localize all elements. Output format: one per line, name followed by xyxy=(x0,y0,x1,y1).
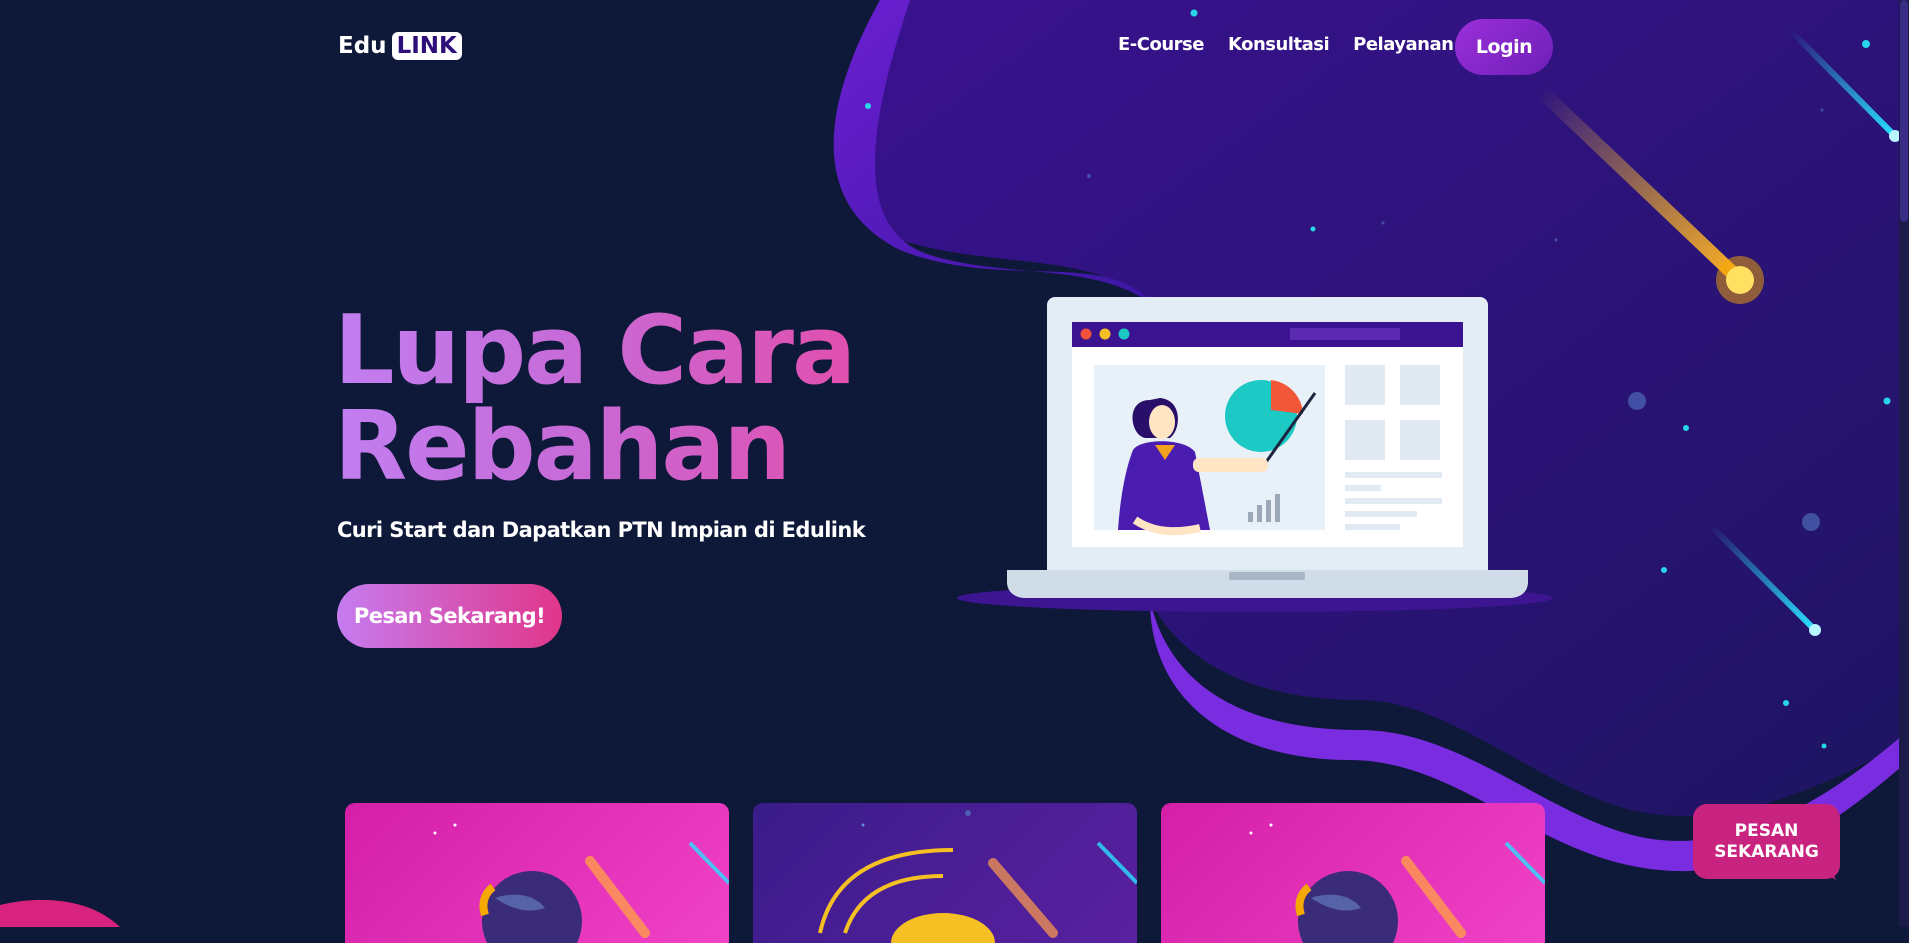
globe-icon xyxy=(433,823,729,943)
nav-link-ecourse[interactable]: E-Course xyxy=(1118,34,1204,55)
feature-card-2[interactable] xyxy=(753,803,1137,943)
floating-order-line1: PESAN xyxy=(1734,820,1799,841)
feature-card-1[interactable] xyxy=(345,803,729,943)
main-nav: E-Course Konsultasi Pelayanan xyxy=(1118,34,1454,55)
feature-card-3[interactable] xyxy=(1161,803,1545,943)
hero-subtitle: Curi Start dan Dapatkan PTN Impian di Ed… xyxy=(337,518,866,542)
hero-title-line1: Lupa Cara xyxy=(334,296,855,406)
logo-prefix: Edu xyxy=(338,33,387,59)
globe-icon xyxy=(1249,823,1545,943)
hero-title: Lupa Cara Rebahan xyxy=(334,303,854,495)
comet-icon xyxy=(818,810,1137,943)
login-button[interactable]: Login xyxy=(1455,19,1553,75)
nav-link-konsultasi[interactable]: Konsultasi xyxy=(1228,34,1330,55)
floating-order-line2: SEKARANG xyxy=(1714,841,1819,862)
laptop-illustration xyxy=(957,297,1553,612)
order-now-button[interactable]: Pesan Sekarang! xyxy=(337,584,562,648)
hero-title-line2: Rebahan xyxy=(334,392,790,502)
logo-suffix: LINK xyxy=(391,32,462,60)
logo[interactable]: Edu LINK xyxy=(338,32,462,60)
nav-link-pelayanan[interactable]: Pelayanan xyxy=(1353,34,1454,55)
floating-order-button[interactable]: PESAN SEKARANG xyxy=(1693,804,1840,879)
scrollbar-thumb[interactable] xyxy=(1900,0,1908,222)
